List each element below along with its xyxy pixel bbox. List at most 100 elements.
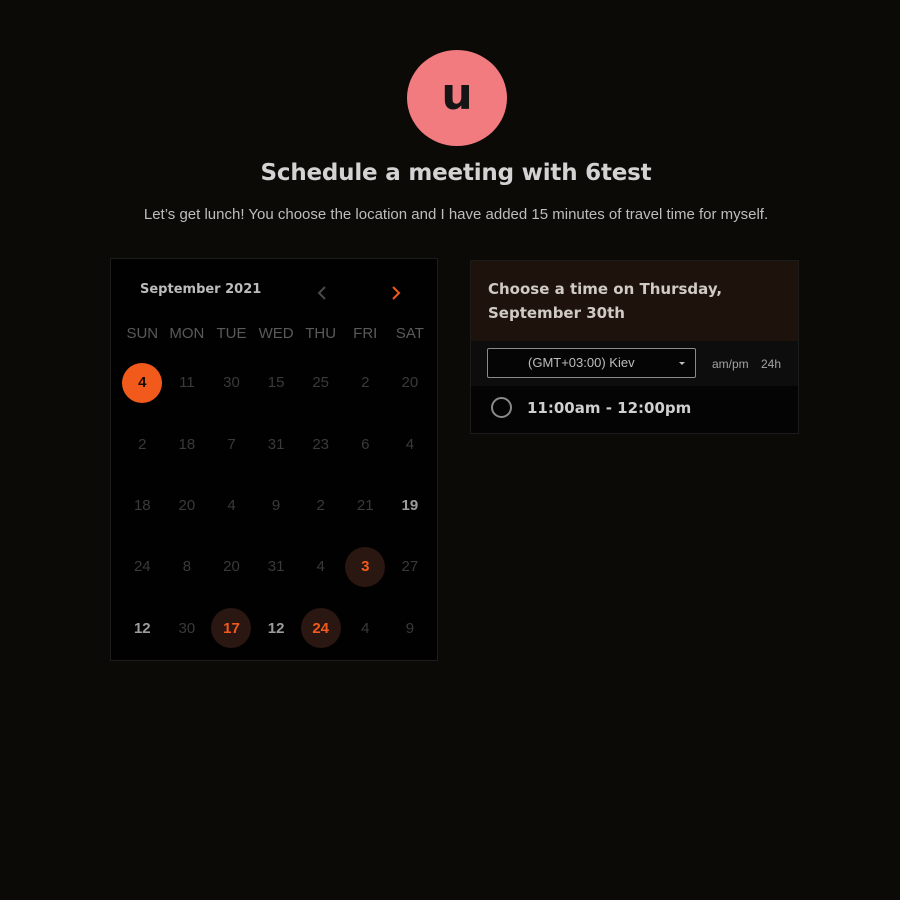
calendar: September 2021 SUN MON TUE WED THU FRI S… — [110, 258, 438, 661]
calendar-day-selected[interactable]: 4 — [120, 352, 165, 413]
day-number: 3 — [345, 546, 386, 587]
calendar-day: 20 — [209, 536, 254, 597]
calendar-day: 4 — [343, 598, 388, 659]
day-number: 18 — [178, 435, 196, 453]
calendar-day: 7 — [209, 413, 254, 474]
day-number: 24 — [133, 558, 151, 576]
24h-format-toggle[interactable]: 24h — [761, 357, 781, 371]
calendar-day: 30 — [165, 598, 210, 659]
weekday-wed: WED — [258, 325, 294, 342]
day-number: 2 — [316, 496, 325, 514]
next-month-button[interactable] — [384, 281, 408, 305]
day-number: 8 — [182, 558, 192, 576]
calendar-day: 27 — [388, 536, 433, 597]
day-number: 12 — [133, 619, 151, 637]
calendar-day: 19 — [388, 475, 433, 536]
weekday-mon: MON — [169, 325, 205, 342]
chevron-left-icon — [317, 286, 326, 300]
calendar-day: 18 — [165, 413, 210, 474]
calendar-day: 31 — [254, 413, 299, 474]
time-panel-controls: (GMT+03:00) Kiev am/pm 24h — [471, 341, 798, 386]
day-number: 20 — [401, 374, 419, 392]
calendar-day: 15 — [254, 352, 299, 413]
scheduling-page: u Schedule a meeting with 6test Let’s ge… — [0, 0, 900, 900]
calendar-day: 4 — [298, 536, 343, 597]
day-number: 24 — [300, 608, 341, 649]
previous-month-button[interactable] — [310, 281, 334, 305]
calendar-day: 12 — [254, 598, 299, 659]
calendar-day: 20 — [165, 475, 210, 536]
calendar-day: 9 — [388, 598, 433, 659]
time-panel-header: Choose a time on Thursday, September 30t… — [471, 261, 798, 341]
day-number: 21 — [356, 496, 374, 514]
day-number: 20 — [223, 558, 240, 576]
day-number: 19 — [401, 496, 419, 514]
weekday-sun: SUN — [126, 325, 159, 342]
day-number: 2 — [138, 435, 147, 453]
calendar-day: 11 — [165, 352, 210, 413]
chevron-right-icon — [392, 286, 401, 300]
calendar-day: 23 — [298, 413, 343, 474]
day-number: 31 — [267, 558, 285, 576]
weekday-header: SUN MON TUE WED THU FRI SAT — [120, 325, 432, 342]
day-number: 18 — [133, 496, 151, 514]
calendar-day: 4 — [209, 475, 254, 536]
avatar-letter: u — [441, 69, 473, 120]
day-number: 6 — [361, 435, 370, 453]
meeting-description: Let’s get lunch! You choose the location… — [143, 206, 769, 223]
caret-down-icon — [679, 362, 685, 365]
timezone-value: (GMT+03:00) Kiev — [528, 355, 635, 370]
calendar-day: 31 — [254, 536, 299, 597]
calendar-month-label: September 2021 — [140, 282, 262, 297]
calendar-day: 2 — [298, 475, 343, 536]
time-panel-title: Choose a time on Thursday, September 30t… — [488, 280, 723, 322]
weekday-fri: FRI — [353, 325, 378, 342]
day-number: 4 — [227, 496, 236, 514]
day-number: 7 — [227, 435, 236, 453]
calendar-day-available[interactable]: 3 — [343, 536, 388, 597]
calendar-day: 21 — [343, 475, 388, 536]
calendar-day: 8 — [165, 536, 210, 597]
calendar-day: 20 — [388, 352, 433, 413]
day-number: 2 — [361, 374, 370, 392]
time-slot-label: 11:00am - 12:00pm — [527, 399, 692, 417]
timezone-select[interactable]: (GMT+03:00) Kiev — [487, 348, 696, 378]
day-number: 17 — [211, 608, 252, 649]
weekday-thu: THU — [305, 325, 337, 342]
day-number: 4 — [361, 619, 370, 637]
calendar-day: 9 — [254, 475, 299, 536]
calendar-day: 4 — [388, 413, 433, 474]
calendar-day: 12 — [120, 598, 165, 659]
calendar-day-available[interactable]: 17 — [209, 598, 254, 659]
calendar-day: 2 — [343, 352, 388, 413]
avatar: u — [407, 50, 507, 146]
day-number: 4 — [405, 435, 415, 453]
weekday-tue: TUE — [216, 325, 247, 342]
day-number: 31 — [267, 435, 285, 453]
time-slot-option[interactable]: 11:00am - 12:00pm — [471, 386, 798, 433]
weekday-sat: SAT — [395, 325, 424, 342]
day-number: 30 — [178, 619, 196, 637]
day-number: 25 — [312, 374, 330, 392]
day-number: 23 — [312, 435, 330, 453]
day-number: 11 — [179, 374, 195, 392]
radio-icon[interactable] — [491, 397, 512, 418]
page-title: Schedule a meeting with 6test — [260, 160, 652, 186]
calendar-day: 18 — [120, 475, 165, 536]
day-number: 9 — [271, 496, 281, 514]
ampm-format-toggle[interactable]: am/pm — [712, 357, 749, 371]
calendar-day: 6 — [343, 413, 388, 474]
day-number: 30 — [223, 374, 240, 392]
calendar-day: 25 — [298, 352, 343, 413]
calendar-days-grid: 4 11 30 15 25 2 20 2 18 7 31 23 6 4 18 2… — [120, 352, 432, 659]
day-number: 20 — [178, 496, 196, 514]
time-selection-panel: Choose a time on Thursday, September 30t… — [470, 260, 799, 434]
day-number: 27 — [401, 558, 419, 576]
calendar-day: 2 — [120, 413, 165, 474]
day-number: 9 — [405, 619, 415, 637]
calendar-day-available[interactable]: 24 — [298, 598, 343, 659]
day-number: 4 — [122, 362, 163, 403]
day-number: 15 — [267, 374, 285, 392]
day-number: 12 — [267, 619, 285, 637]
day-number: 4 — [316, 558, 325, 576]
